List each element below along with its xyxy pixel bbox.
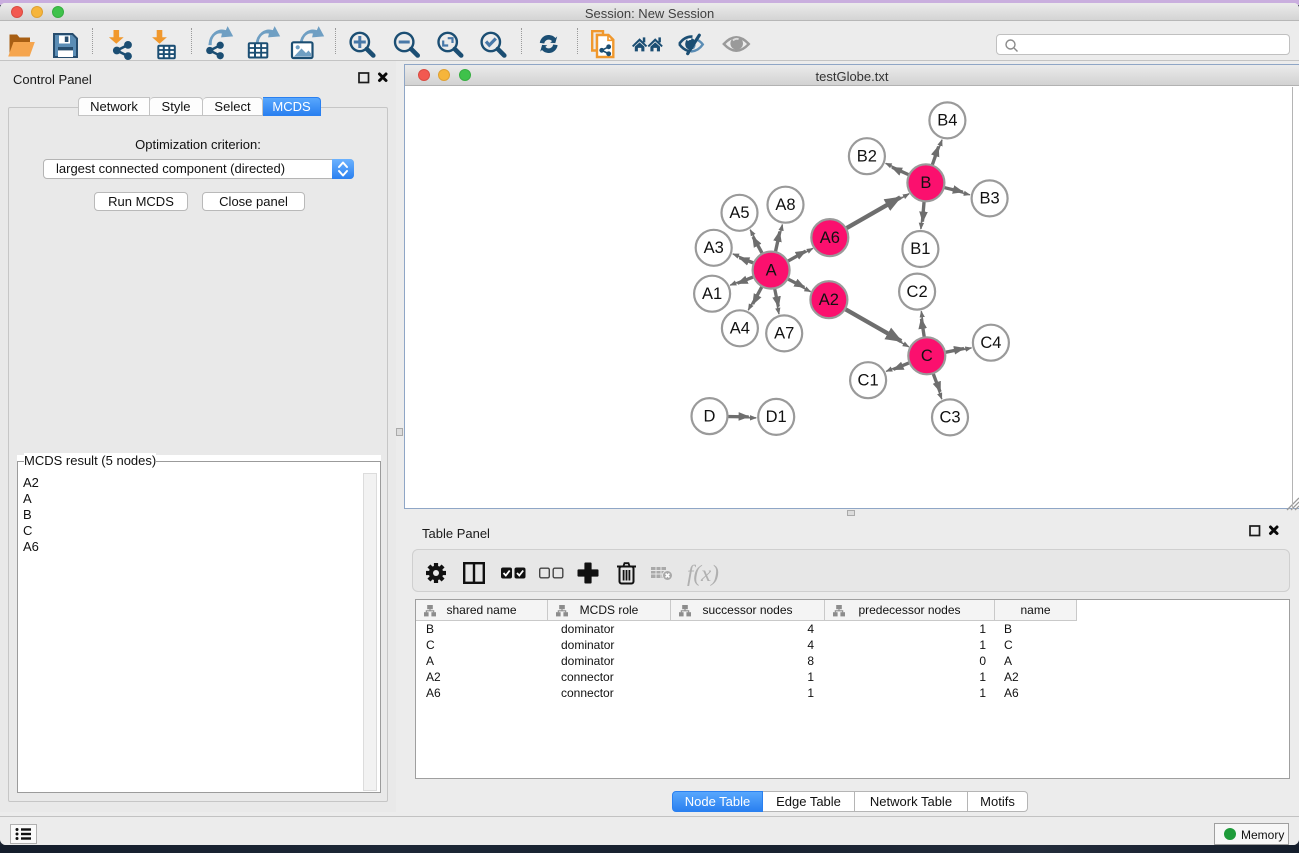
svg-text:A8: A8 [775,196,795,214]
svg-text:f(x): f(x) [687,561,719,586]
svg-text:C1: C1 [858,371,879,389]
svg-text:A1: A1 [702,285,722,303]
svg-text:C3: C3 [939,409,960,427]
svg-text:D1: D1 [766,408,787,426]
svg-text:A3: A3 [704,239,724,257]
svg-text:A7: A7 [774,325,794,343]
svg-text:B3: B3 [980,190,1000,208]
svg-text:B: B [920,174,931,192]
svg-text:C2: C2 [907,283,928,301]
svg-text:A2: A2 [819,291,839,309]
svg-text:A5: A5 [729,204,749,222]
svg-text:A4: A4 [730,320,750,338]
svg-text:A6: A6 [820,229,840,247]
svg-text:C4: C4 [980,334,1001,352]
svg-text:B4: B4 [937,112,957,130]
svg-text:D: D [704,407,716,425]
svg-text:A: A [766,261,777,279]
svg-text:C: C [921,347,933,365]
svg-text:B1: B1 [910,240,930,258]
svg-text:B2: B2 [857,147,877,165]
